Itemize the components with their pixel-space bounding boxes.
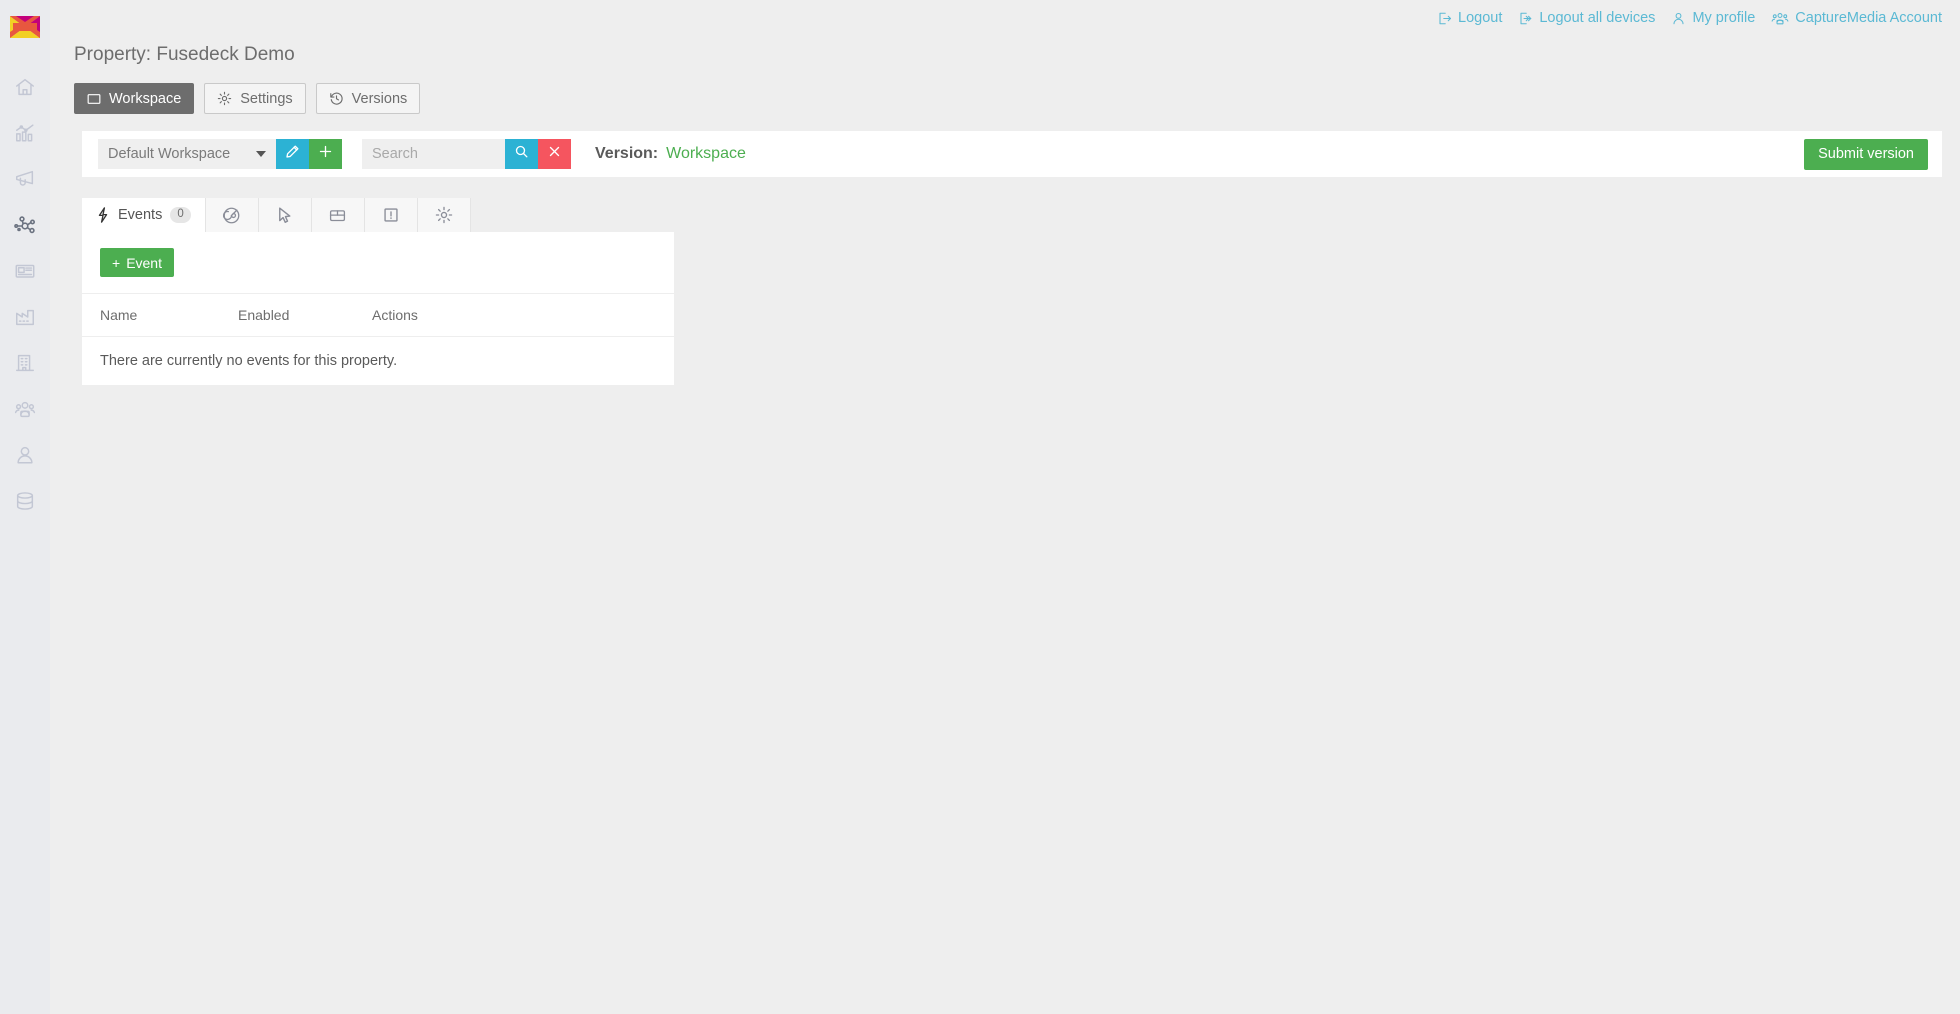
plus-icon: + — [112, 254, 121, 271]
search-group — [362, 139, 571, 169]
page-title: Property: Fusedeck Demo — [74, 44, 295, 65]
column-header-name: Name — [100, 307, 138, 323]
add-event-label: Event — [126, 254, 162, 271]
package-box-icon — [328, 206, 347, 225]
window-icon — [87, 92, 101, 106]
column-header-actions: Actions — [372, 307, 418, 323]
versions-button-label: Versions — [351, 90, 408, 107]
search-button[interactable] — [505, 139, 538, 169]
chevron-down-icon — [256, 151, 266, 157]
events-panel: + Event Name Enabled Actions There are c… — [82, 232, 674, 385]
search-input[interactable] — [362, 139, 505, 169]
tab-events-label: Events — [118, 207, 163, 223]
my-profile-link[interactable]: My profile — [1671, 10, 1755, 26]
logout-label: Logout — [1458, 10, 1503, 26]
top-navigation: Logout Logout all devices My profile Cap… — [1437, 10, 1942, 26]
logout-all-devices-link[interactable]: Logout all devices — [1518, 10, 1655, 26]
gear-icon — [435, 206, 453, 224]
sidebar-item-analytics[interactable] — [0, 110, 50, 156]
search-icon — [514, 144, 529, 164]
events-toolbar: + Event — [82, 232, 674, 294]
submit-version-button[interactable]: Submit version — [1804, 138, 1928, 170]
logout-all-icon — [1518, 11, 1533, 26]
logout-icon — [1437, 11, 1452, 26]
sidebar-item-network[interactable] — [0, 202, 50, 248]
version-label: Version: — [595, 145, 659, 162]
workspace-button[interactable]: Workspace — [74, 83, 195, 114]
gear-icon — [217, 91, 232, 106]
clear-search-button[interactable] — [538, 139, 571, 169]
left-sidebar — [0, 0, 50, 1014]
settings-button[interactable]: Settings — [204, 83, 306, 114]
sidebar-item-data[interactable] — [0, 478, 50, 524]
my-profile-label: My profile — [1692, 10, 1756, 26]
tab-settings[interactable] — [417, 198, 471, 232]
pencil-icon — [285, 144, 300, 164]
sidebar-item-home[interactable] — [0, 64, 50, 110]
sidebar-item-profile[interactable] — [0, 432, 50, 478]
column-header-enabled: Enabled — [238, 307, 290, 323]
history-icon — [329, 91, 344, 106]
header-button-group: Workspace Settings Versions — [74, 83, 421, 114]
tab-events-badge: 0 — [170, 207, 191, 223]
workspace-button-label: Workspace — [109, 90, 182, 107]
workspace-tabs: Events 0 — [82, 198, 471, 232]
edit-workspace-button[interactable] — [276, 139, 309, 169]
workspace-select[interactable]: Default Workspace — [98, 139, 276, 169]
alert-box-icon — [382, 206, 400, 224]
sidebar-item-campaigns[interactable] — [0, 156, 50, 202]
tab-interactions[interactable] — [258, 198, 312, 232]
tab-tracking[interactable] — [205, 198, 259, 232]
events-table-header: Name Enabled Actions — [82, 294, 674, 337]
logout-all-label: Logout all devices — [1539, 10, 1656, 26]
settings-button-label: Settings — [240, 90, 293, 107]
plus-icon — [318, 144, 333, 164]
add-event-button[interactable]: + Event — [100, 248, 174, 277]
tab-events[interactable]: Events 0 — [82, 198, 206, 232]
workspace-toolbar: Default Workspace Search Version: Worksp… — [82, 131, 1942, 177]
sidebar-item-content[interactable] — [0, 248, 50, 294]
fusedeck-logo[interactable] — [0, 6, 50, 48]
sidebar-item-list — [0, 64, 50, 524]
lightning-bolt-icon — [96, 207, 110, 223]
sidebar-item-organization[interactable] — [0, 340, 50, 386]
close-icon — [547, 144, 562, 164]
account-link[interactable]: CaptureMedia Account — [1771, 10, 1942, 26]
tab-alerts[interactable] — [364, 198, 418, 232]
logout-link[interactable]: Logout — [1437, 10, 1502, 26]
sidebar-item-audiences[interactable] — [0, 386, 50, 432]
cursor-pointer-icon — [276, 206, 293, 225]
sidebar-item-industry[interactable] — [0, 294, 50, 340]
users-group-icon — [1771, 11, 1789, 26]
add-workspace-button[interactable] — [309, 139, 342, 169]
workspace-select-value: Default Workspace — [108, 146, 231, 162]
tab-packages[interactable] — [311, 198, 365, 232]
account-label: CaptureMedia Account — [1795, 10, 1942, 26]
versions-button[interactable]: Versions — [315, 83, 421, 114]
user-icon — [1671, 11, 1686, 26]
version-value: Workspace — [666, 145, 746, 162]
radar-target-icon — [222, 206, 241, 225]
events-empty-message: There are currently no events for this p… — [100, 353, 398, 369]
